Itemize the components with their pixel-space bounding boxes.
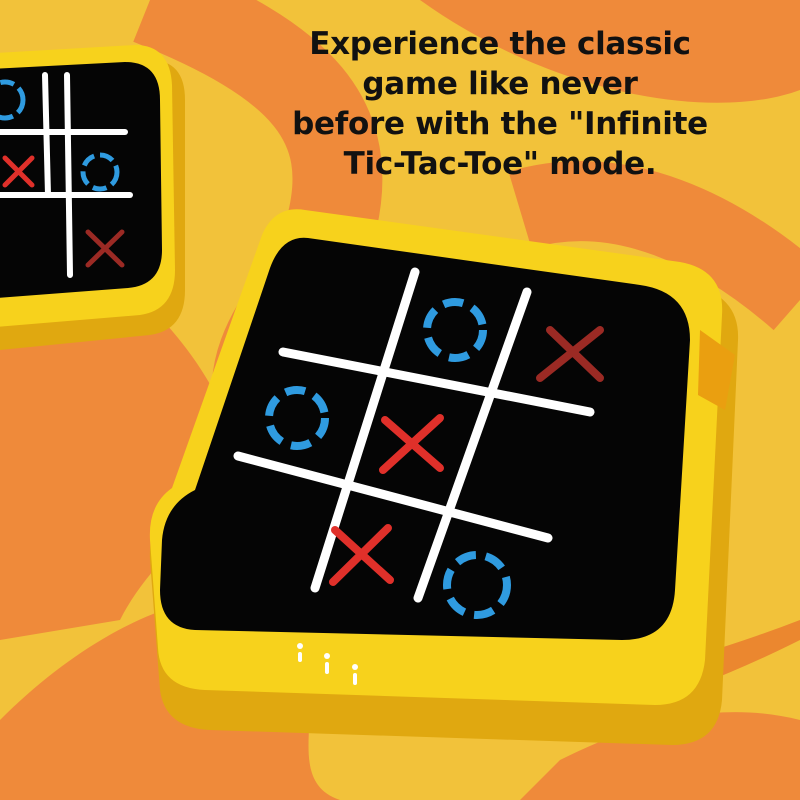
headline-line: Experience the classic — [309, 26, 691, 62]
secondary-device — [0, 45, 185, 350]
product-scene: Experience the classic game like never b… — [0, 0, 800, 800]
headline: Experience the classic game like never b… — [290, 24, 710, 184]
main-device — [149, 209, 739, 745]
headline-line: Tic-Tac-Toe" mode. — [343, 146, 657, 182]
headline-line: game like never — [362, 66, 638, 102]
headline-line: before with the "Infinite — [292, 106, 708, 142]
